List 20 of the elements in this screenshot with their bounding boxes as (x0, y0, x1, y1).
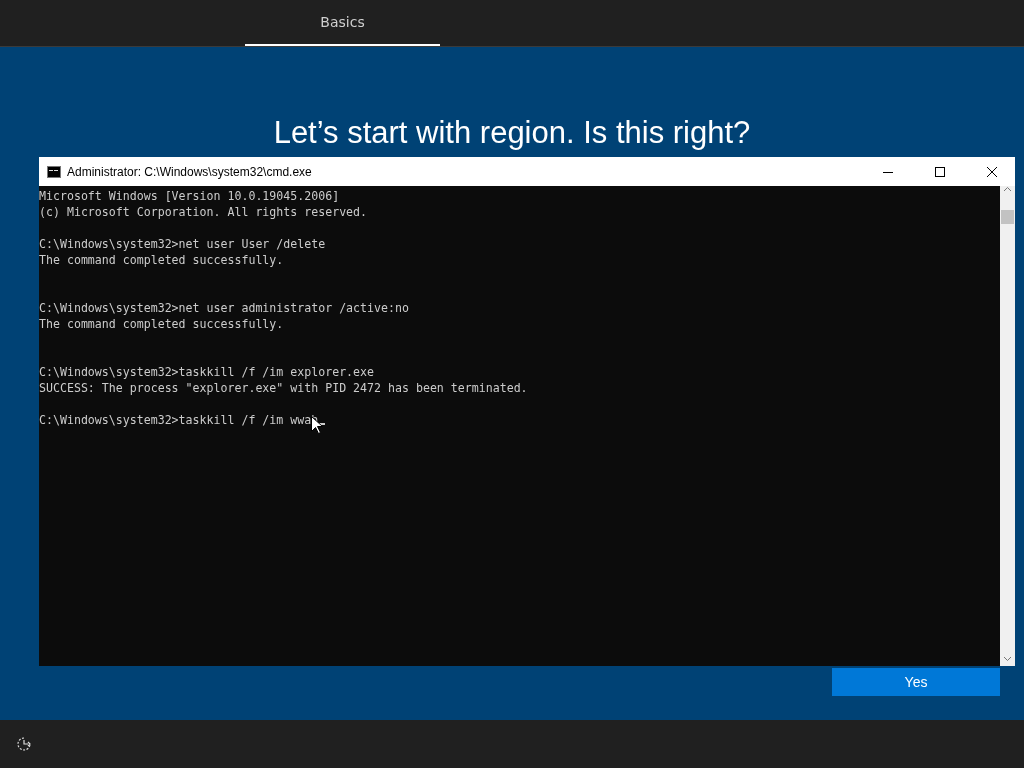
scroll-thumb[interactable] (1001, 210, 1014, 224)
console-line: The command completed successfully. (39, 252, 284, 268)
scrollbar[interactable] (1000, 186, 1015, 666)
console-line: C:\Windows\system32>net user administrator /active:no (39, 300, 409, 316)
console-line: Microsoft Windows [Version 10.0.19045.2006] (39, 188, 340, 204)
yes-button[interactable]: Yes (832, 668, 1000, 696)
console-line: The command completed successfully. (39, 316, 284, 332)
close-icon (987, 166, 997, 177)
scroll-down-icon[interactable] (1003, 656, 1012, 662)
console-line: (c) Microsoft Corporation. All rights reserved. (39, 204, 368, 220)
console-line: SUCCESS: The process "explorer.exe" with PID 2472 has been terminated. (39, 380, 528, 396)
accessibility-icon[interactable] (16, 736, 32, 752)
maximize-icon (935, 166, 945, 177)
console-icon (47, 165, 61, 178)
console-line: C:\Windows\system32>taskkill /f /im explorer.exe (39, 364, 375, 380)
console-line: C:\Windows\system32>net user User /delete (39, 236, 326, 252)
page-heading: Let’s start with region. Is this right? (273, 115, 751, 151)
window-title: Administrator: C:\Windows\system32\cmd.exe (67, 164, 313, 179)
tab[interactable]: Basics (245, 0, 440, 46)
scroll-up-icon[interactable] (1003, 186, 1012, 192)
